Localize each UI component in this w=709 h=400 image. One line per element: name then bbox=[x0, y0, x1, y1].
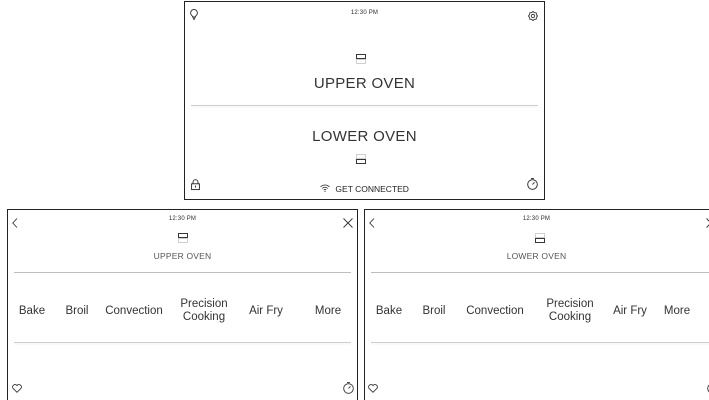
settings-gear-icon[interactable] bbox=[527, 8, 539, 26]
oven-title: UPPER OVEN bbox=[153, 251, 212, 261]
get-connected-label: GET CONNECTED bbox=[335, 184, 409, 194]
timer-icon[interactable] bbox=[527, 177, 538, 195]
cooking-modes: Bake Broil Convection Precision Cooking A… bbox=[8, 297, 357, 325]
oven-title: LOWER OVEN bbox=[506, 251, 567, 261]
close-icon[interactable] bbox=[343, 215, 353, 233]
lower-oven-button[interactable]: LOWER OVEN bbox=[185, 128, 544, 145]
get-connected-button[interactable]: GET CONNECTED bbox=[185, 183, 544, 194]
upper-oven-icon bbox=[178, 233, 188, 243]
bottom-divider bbox=[371, 342, 709, 343]
lower-oven-panel: 12:30 PM LOWER OVEN Bake Broil Convectio… bbox=[364, 209, 709, 400]
mode-precision-cooking[interactable]: Precision Cooking bbox=[539, 297, 601, 325]
wifi-icon bbox=[320, 184, 330, 194]
mode-broil[interactable]: Broil bbox=[58, 297, 96, 325]
clock: 12:30 PM bbox=[168, 216, 197, 222]
lower-oven-icon bbox=[535, 233, 545, 243]
home-screen: 12:30 PM UPPER OVEN LOWER OVEN GET CONNE… bbox=[184, 1, 545, 200]
heart-icon[interactable] bbox=[368, 380, 378, 398]
lower-oven-icon[interactable] bbox=[356, 154, 366, 164]
mode-more[interactable]: More bbox=[306, 297, 350, 325]
mode-bake[interactable]: Bake bbox=[370, 297, 408, 325]
mode-broil[interactable]: Broil bbox=[415, 297, 453, 325]
mode-convection[interactable]: Convection bbox=[459, 297, 531, 325]
bottom-divider bbox=[14, 342, 351, 343]
top-divider bbox=[371, 272, 709, 273]
mode-convection[interactable]: Convection bbox=[100, 297, 168, 325]
upper-oven-icon[interactable] bbox=[356, 54, 366, 64]
mode-precision-cooking[interactable]: Precision Cooking bbox=[173, 297, 235, 325]
mode-air-fry[interactable]: Air Fry bbox=[241, 297, 291, 325]
upper-oven-panel: 12:30 PM UPPER OVEN Bake Broil Convectio… bbox=[7, 209, 358, 400]
heart-icon[interactable] bbox=[12, 380, 22, 398]
oven-divider bbox=[191, 105, 538, 106]
mode-air-fry[interactable]: Air Fry bbox=[607, 297, 653, 325]
clock: 12:30 PM bbox=[522, 216, 551, 222]
mode-bake[interactable]: Bake bbox=[13, 297, 51, 325]
mode-more[interactable]: More bbox=[658, 297, 696, 325]
top-divider bbox=[14, 272, 351, 273]
clock: 12:30 PM bbox=[350, 10, 379, 16]
timer-icon[interactable] bbox=[343, 381, 354, 399]
cooking-modes: Bake Broil Convection Precision Cooking A… bbox=[365, 297, 709, 325]
upper-oven-button[interactable]: UPPER OVEN bbox=[185, 75, 544, 92]
